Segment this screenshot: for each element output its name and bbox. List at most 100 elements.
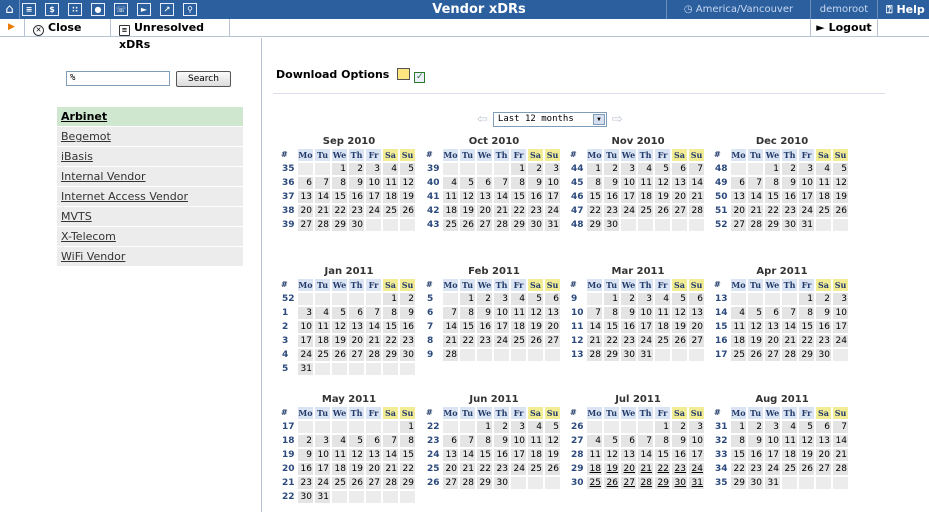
day-cell[interactable]: 21 [638,463,653,475]
vendor-item[interactable]: X-Telecom [57,227,243,246]
day-cell: 2 [477,293,492,305]
day-cell[interactable]: 18 [587,463,602,475]
close-button[interactable]: ✕ Close [24,19,110,37]
day-cell: 6 [477,177,492,189]
day-cell: 21 [494,205,509,217]
prev-period-icon[interactable]: ⇦ [477,112,488,127]
week-row: 2 10 11 12 13 14 15 16 [281,321,417,333]
day-cell: 5 [655,163,670,175]
day-cell: 10 [621,177,636,189]
chevron-down-icon[interactable]: ▼ [592,114,605,125]
day-cell: 9 [298,449,313,461]
list-icon[interactable]: ≡ [22,3,36,16]
dollar-icon[interactable]: $ [45,3,59,16]
day-cell: 29 [383,349,398,361]
download-icon[interactable] [397,68,411,80]
weekday-label: We [477,407,492,419]
chart-icon[interactable]: ↗ [160,3,174,16]
day-cell[interactable]: 29 [655,477,670,489]
empty-day [366,219,381,231]
period-select[interactable]: Last 12 months ▼ [492,112,607,127]
empty-day [494,163,509,175]
play-icon[interactable]: ► [137,3,151,16]
vendor-item[interactable]: Begemot [57,127,243,146]
user-link[interactable]: demoroot [810,0,878,19]
weekday-label: Su [689,407,704,419]
phone-icon[interactable]: ☏ [114,3,128,16]
vendor-item[interactable]: MVTS [57,207,243,226]
weekday-label: Th [638,279,653,291]
day-cell: 9 [477,307,492,319]
home-icon[interactable]: ⌂ [0,0,20,19]
day-cell[interactable]: 24 [689,463,704,475]
day-cell[interactable]: 19 [604,463,619,475]
day-cell[interactable]: 30 [672,477,687,489]
day-cell: 10 [315,449,330,461]
weekday-label: Th [638,149,653,161]
week-number: 6 [427,308,434,318]
grid-icon[interactable]: ∷ [68,3,82,16]
day-cell: 14 [443,321,458,333]
day-cell: 28 [443,349,458,361]
day-cell: 12 [349,449,364,461]
day-cell: 24 [638,335,653,347]
day-cell: 16 [477,321,492,333]
day-cell: 28 [383,477,398,489]
day-cell[interactable]: 22 [655,463,670,475]
empty-day [545,477,560,489]
day-cell: 19 [545,449,560,461]
unresolved-xdrs-button[interactable]: ≡ Unresolved xDRs [110,19,230,51]
day-cell: 3 [765,421,780,433]
day-cell: 24 [511,463,526,475]
day-cell[interactable]: 28 [638,477,653,489]
checkbox-icon[interactable]: ✓ [414,72,426,83]
day-cell[interactable]: 31 [689,477,704,489]
next-period-icon[interactable]: ⇨ [612,112,623,127]
day-cell: 27 [731,219,746,231]
day-cell: 22 [460,335,475,347]
week-row: 13 1 2 3 [714,293,850,305]
day-cell: 8 [655,435,670,447]
help-icon: ⍰ [886,3,897,16]
day-cell: 3 [315,435,330,447]
timezone-link[interactable]: ◷ America/Vancouver [666,0,810,19]
weekday-label: Tu [315,279,330,291]
help-link[interactable]: ⍰ Help [880,0,925,19]
day-cell[interactable]: 25 [587,477,602,489]
weekday-label: Su [400,149,415,161]
vendor-item[interactable]: Internal Vendor [57,167,243,186]
day-cell[interactable]: 20 [621,463,636,475]
empty-day [689,219,704,231]
day-cell: 25 [731,349,746,361]
day-cell: 26 [833,205,848,217]
search-button[interactable]: Search [176,71,231,87]
logout-button[interactable]: ► Logout [810,19,878,37]
vendor-item[interactable]: Internet Access Vendor [57,187,243,206]
day-cell[interactable]: 26 [604,477,619,489]
day-cell[interactable]: 27 [621,477,636,489]
week-row: 13456789 [281,307,417,319]
day-cell: 19 [349,463,364,475]
day-cell[interactable]: 23 [672,463,687,475]
search-input[interactable]: % [66,71,170,86]
vendor-item[interactable]: WiFi Vendor [57,247,243,266]
vendor-item[interactable]: iBasis [57,147,243,166]
day-cell: 1 [477,421,492,433]
person-icon[interactable]: ● [91,3,105,16]
day-cell: 25 [655,335,670,347]
day-cell: 8 [383,307,398,319]
day-cell: 9 [816,307,831,319]
weekday-label: Tu [315,407,330,419]
week-number: 39 [282,220,295,230]
day-cell: 28 [833,463,848,475]
magnifier-icon[interactable]: ⚲ [183,3,197,16]
logout-icon: ► [816,21,829,34]
week-row: 35 1 2 3 4 5 [281,163,417,175]
day-cell: 16 [604,191,619,203]
day-cell: 27 [443,477,458,489]
weekday-header: # Mo Tu We Th Fr Sa Su [570,149,706,161]
weekday-label: Su [833,407,848,419]
week-number: 2 [282,322,289,332]
weekday-label: We [621,279,636,291]
vendor-item[interactable]: Arbinet [57,107,243,126]
